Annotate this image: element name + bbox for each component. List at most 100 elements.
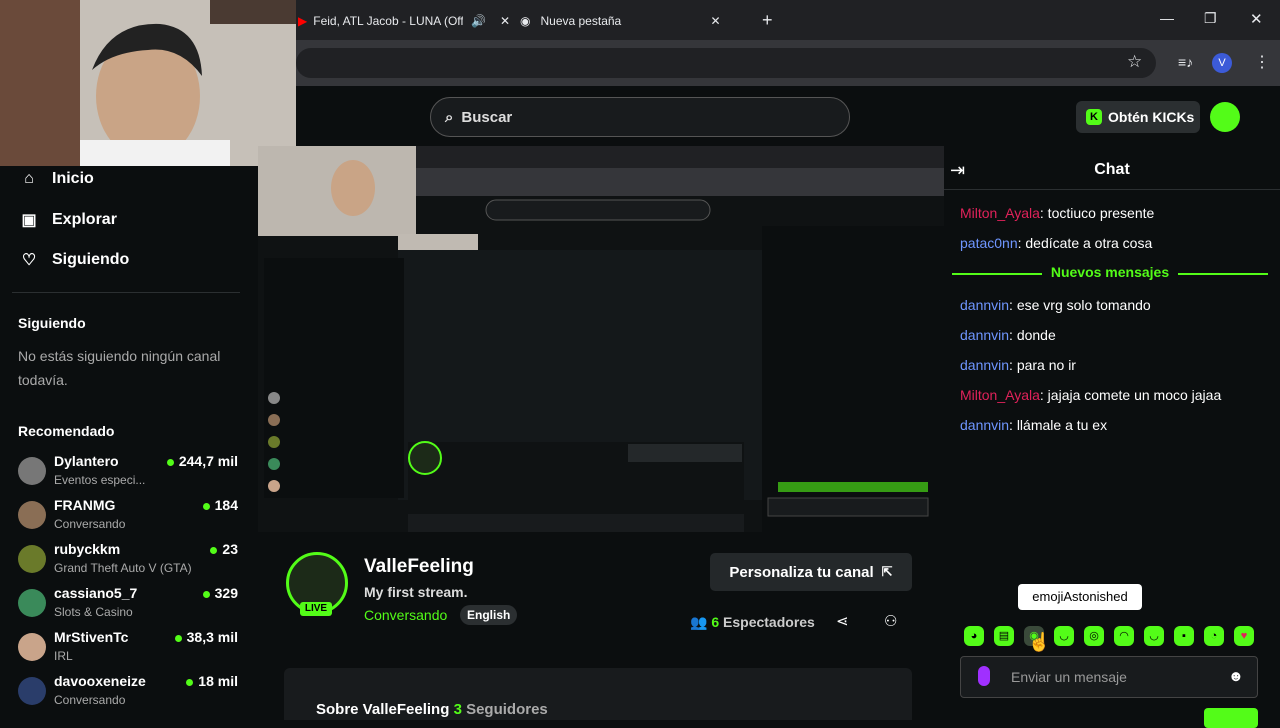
close-icon[interactable]: ✕	[710, 14, 720, 28]
tab-luna[interactable]: ▶ Feid, ATL Jacob - LUNA (Off 🔊 ✕	[298, 6, 510, 36]
following-empty-text: No estás siguiendo ningún canal todavía.	[18, 348, 221, 388]
channel-category: Slots & Casino	[54, 605, 133, 619]
viewer-count: 244,7 mil	[167, 453, 238, 469]
channel-category: Conversando	[54, 517, 126, 531]
new-tab-button[interactable]: +	[762, 10, 773, 31]
user-avatar[interactable]	[1210, 102, 1240, 132]
channel-name: rubyckkm	[54, 541, 121, 557]
tab-new-tab[interactable]: ◉ Nueva pestaña ✕	[520, 6, 750, 36]
avatar	[18, 501, 46, 529]
stream-category[interactable]: Conversando	[364, 607, 447, 623]
chat-title: Chat	[944, 150, 1280, 190]
chat-message: dannvin: donde	[960, 327, 1056, 343]
external-link-icon: ⇱	[881, 564, 893, 579]
address-bar[interactable]	[296, 48, 1156, 78]
chat-text: : llámale a tu ex	[1009, 417, 1108, 433]
nested-screen-image	[258, 146, 944, 532]
collapse-chat-icon[interactable]: ⇥	[950, 160, 965, 181]
following-heading: Siguiendo	[18, 315, 86, 331]
chat-text: : donde	[1009, 327, 1056, 343]
chat-username[interactable]: dannvin	[960, 327, 1009, 343]
mic-icon[interactable]	[978, 666, 990, 686]
close-icon[interactable]: ✕	[500, 14, 510, 28]
recommended-channel[interactable]: Dylantero Eventos especi... 244,7 mil	[18, 453, 240, 495]
chat-text: : jajaja comete un moco jajaa	[1039, 387, 1222, 403]
tab-label: Nueva pestaña	[540, 14, 622, 28]
emoji-button[interactable]: ◡	[1054, 626, 1074, 646]
language-badge[interactable]: English	[460, 605, 518, 625]
emoji-picker-icon[interactable]: ☻	[1228, 668, 1244, 685]
chat-text: : dedícate a otra cosa	[1017, 235, 1153, 251]
star-icon[interactable]: ☆	[1127, 52, 1142, 72]
emoji-button[interactable]: ◡	[1144, 626, 1164, 646]
chat-username[interactable]: dannvin	[960, 417, 1009, 433]
channel-category: Grand Theft Auto V (GTA)	[54, 561, 192, 575]
speaker-icon[interactable]: 🔊	[471, 14, 486, 28]
nav-explore[interactable]: ▣ Explorar	[20, 210, 116, 230]
screen-share-preview	[258, 146, 944, 532]
hand-cursor-icon: ☝	[1028, 632, 1051, 652]
kicks-label: Obtén KICKs	[1108, 109, 1195, 125]
emoji-button[interactable]: ♥	[1234, 626, 1254, 646]
explore-icon: ▣	[21, 212, 37, 229]
recommended-channel[interactable]: MrStivenTc IRL 38,3 mil	[18, 629, 240, 671]
recommended-channel[interactable]: cassiano5_7 Slots & Casino 329	[18, 585, 240, 627]
emoji-button[interactable]: ◔	[1204, 626, 1224, 646]
webcam-overlay	[0, 0, 296, 166]
about-title: Sobre ValleFeeling	[316, 701, 450, 718]
viewer-label: Espectadores	[723, 614, 815, 630]
channel-name: FRANMG	[54, 497, 116, 513]
chat-username[interactable]: Milton_Ayala	[960, 387, 1040, 403]
tab-label: Feid, ATL Jacob - LUNA (Off	[313, 14, 463, 28]
nav-following[interactable]: ♡ Siguiendo	[20, 250, 130, 270]
chat-username[interactable]: Milton_Ayala	[960, 205, 1040, 221]
channel-category: IRL	[54, 649, 73, 663]
emoji-button[interactable]: ◠	[1114, 626, 1134, 646]
chat-message: Milton_Ayala: toctiuco presente	[960, 205, 1154, 221]
heart-icon: ♡	[21, 252, 37, 269]
emoji-tooltip: emojiAstonished	[1018, 584, 1142, 610]
emoji-button[interactable]: ▪	[1174, 626, 1194, 646]
viewer-count: 18 mil	[186, 673, 238, 689]
maximize-icon[interactable]: ❐	[1204, 10, 1217, 27]
stream-title: My first stream.	[364, 584, 468, 600]
viewers-icon: 👥	[690, 614, 708, 630]
recommended-channel[interactable]: rubyckkm Grand Theft Auto V (GTA) 23	[18, 541, 240, 583]
emoji-button[interactable]: ▤	[994, 626, 1014, 646]
chat-username[interactable]: dannvin	[960, 297, 1009, 313]
send-button[interactable]	[1204, 708, 1258, 728]
viewer-count: 38,3 mil	[175, 629, 238, 645]
media-icon[interactable]: ≡♪	[1178, 54, 1193, 70]
chat-message: dannvin: llámale a tu ex	[960, 417, 1107, 433]
channel-name: Dylantero	[54, 453, 119, 469]
avatar	[18, 457, 46, 485]
followers-label: Seguidores	[466, 701, 548, 718]
share-icon[interactable]: ⋖	[836, 612, 849, 630]
chat-message-input[interactable]: Enviar un mensaje	[960, 656, 1258, 698]
avatar	[18, 545, 46, 573]
recommended-channel[interactable]: davooxeneize Conversando 18 mil	[18, 673, 240, 715]
customize-channel-button[interactable]: Personaliza tu canal ⇱	[710, 553, 912, 591]
chat-text: : ese vrg solo tomando	[1009, 297, 1151, 313]
nav-home[interactable]: ⌂ Inicio	[20, 170, 94, 188]
emoji-button[interactable]: ◎	[1084, 626, 1104, 646]
recommended-channel[interactable]: FRANMG Conversando 184	[18, 497, 240, 539]
menu-icon[interactable]: ⋮	[1254, 52, 1270, 72]
minimize-icon[interactable]: —	[1160, 10, 1174, 26]
channel-name[interactable]: ValleFeeling	[364, 556, 474, 578]
get-kicks-button[interactable]: K Obtén KICKs	[1076, 101, 1200, 133]
live-badge: LIVE	[300, 602, 332, 616]
emoji-button[interactable]: ◕	[964, 626, 984, 646]
follow-icon[interactable]: ⚇	[884, 612, 897, 630]
chat-input-placeholder: Enviar un mensaje	[1011, 669, 1127, 685]
channel-category: Conversando	[54, 693, 126, 707]
window-close-icon[interactable]: ✕	[1250, 10, 1263, 28]
search-input[interactable]: ⌕ Buscar	[430, 97, 850, 137]
nav-label: Inicio	[52, 170, 94, 187]
avatar	[18, 589, 46, 617]
youtube-icon: ▶	[298, 14, 308, 28]
chat-username[interactable]: dannvin	[960, 357, 1009, 373]
chat-username[interactable]: patac0nn	[960, 235, 1018, 251]
about-heading: Sobre ValleFeeling 3 Seguidores	[316, 701, 548, 718]
profile-avatar[interactable]: V	[1212, 53, 1232, 73]
